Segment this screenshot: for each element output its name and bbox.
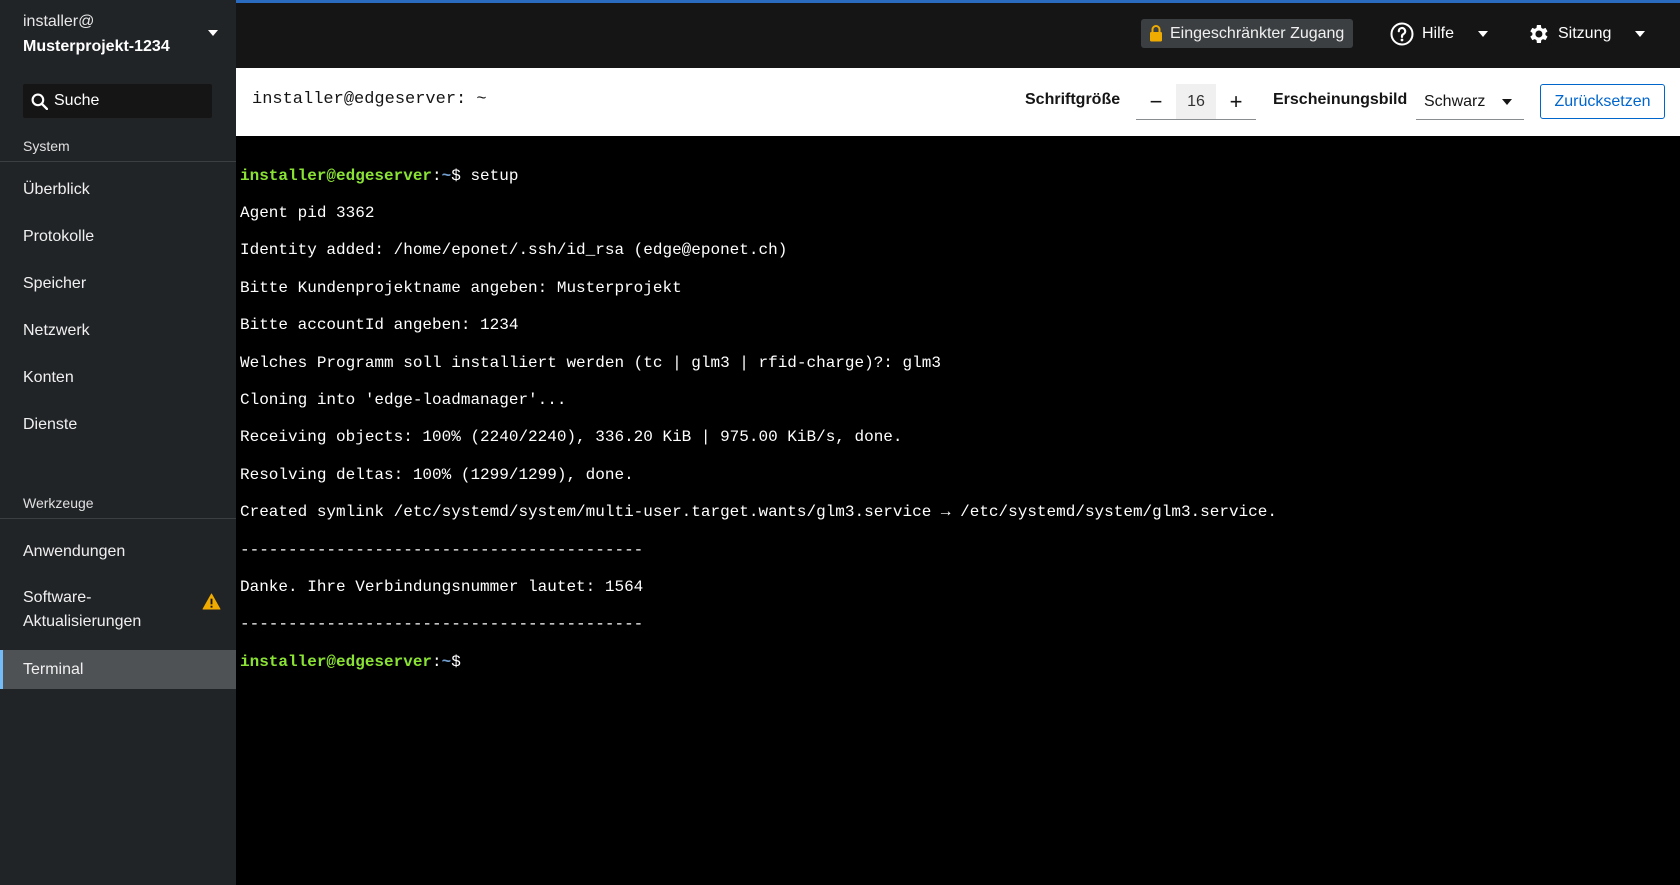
font-size-stepper: − 16 +	[1136, 84, 1256, 120]
terminal-line: Agent pid 3362	[240, 204, 375, 223]
prompt-path: ~	[441, 166, 452, 185]
nav-item-software-updates[interactable]: Software- Aktualisierungen	[0, 586, 236, 636]
terminal-line: Welches Programm soll installiert werden…	[240, 353, 941, 372]
nav-section-tools: Werkzeuge	[0, 488, 236, 519]
appearance-select[interactable]: Schwarz	[1416, 84, 1524, 120]
caret-down-icon	[1478, 31, 1489, 37]
terminal-line-command: installer@edgeserver:~$ setup	[240, 167, 1676, 186]
caret-down-icon	[1502, 99, 1512, 105]
terminal-line-prompt: installer@edgeserver:~$	[240, 653, 1676, 672]
terminal-output[interactable]: installer@edgeserver:~$ setup Agent pid …	[236, 136, 1680, 885]
terminal-command: setup	[470, 166, 519, 185]
prompt-user: installer@edgeserver	[240, 166, 433, 185]
terminal-line: Cloning into 'edge-loadmanager'...	[240, 391, 567, 410]
nav-section-system: System	[0, 131, 236, 162]
terminal-toolbar: installer@edgeserver: ~ Schriftgröße − 1…	[236, 68, 1680, 136]
terminal-line: ----------------------------------------…	[240, 540, 644, 559]
appearance-label: Erscheinungsbild	[1273, 91, 1408, 108]
session-menu-button[interactable]: Sitzung	[1526, 18, 1646, 50]
caret-down-icon	[208, 30, 218, 36]
terminal-line: Created symlink /etc/systemd/system/mult…	[240, 503, 1277, 522]
appearance-value: Schwarz	[1424, 92, 1486, 110]
font-size-increase-button[interactable]: +	[1216, 84, 1256, 119]
nav-item-storage[interactable]: Speicher	[0, 272, 236, 296]
search-icon	[31, 93, 48, 110]
prompt-path: ~	[441, 652, 452, 671]
prompt-separator: :	[432, 166, 442, 185]
host-name: Musterprojekt-1234	[23, 38, 170, 55]
terminal-line: Receiving objects: 100% (2240/2240), 336…	[240, 428, 903, 447]
reset-button[interactable]: Zurücksetzen	[1540, 84, 1665, 119]
prompt-end: $	[451, 166, 471, 185]
font-size-label: Schriftgröße	[1025, 91, 1121, 108]
prompt-end: $	[451, 652, 471, 671]
prompt-separator: :	[432, 652, 442, 671]
font-size-value[interactable]: 16	[1176, 84, 1216, 119]
terminal-line: Identity added: /home/eponet/.ssh/id_rsa…	[240, 241, 788, 260]
terminal-line: Danke. Ihre Verbindungsnummer lautet: 15…	[240, 578, 644, 596]
search-box[interactable]	[23, 84, 212, 118]
host-switcher[interactable]: installer@ Musterprojekt-1234	[0, 0, 236, 68]
lock-icon	[1150, 25, 1162, 42]
help-label: Hilfe	[1422, 25, 1455, 42]
prompt-user: installer@edgeserver	[240, 652, 433, 671]
session-label: Sitzung	[1558, 25, 1612, 42]
warning-icon	[202, 593, 221, 610]
nav-item-network[interactable]: Netzwerk	[0, 319, 236, 343]
sidebar: installer@ Musterprojekt-1234 System Übe…	[0, 0, 236, 885]
nav-item-services[interactable]: Dienste	[0, 413, 236, 437]
terminal-line: Bitte accountId angeben: 1234	[240, 316, 519, 335]
masthead: Eingeschränkter Zugang Hilfe Sitzung	[236, 0, 1680, 68]
help-menu-button[interactable]: Hilfe	[1390, 18, 1489, 50]
terminal-line: ----------------------------------------…	[240, 615, 644, 634]
search-input[interactable]	[54, 92, 204, 110]
nav-item-applications[interactable]: Anwendungen	[0, 540, 236, 564]
caret-down-icon	[1635, 31, 1646, 37]
host-user: installer@	[23, 13, 95, 30]
nav-item-accounts[interactable]: Konten	[0, 366, 236, 390]
masthead-accent-bar	[236, 0, 1680, 3]
font-size-decrease-button[interactable]: −	[1136, 84, 1176, 119]
nav-item-logs[interactable]: Protokolle	[0, 225, 236, 249]
limited-access-button[interactable]: Eingeschränkter Zugang	[1141, 19, 1354, 48]
help-icon	[1390, 22, 1414, 46]
nav-item-terminal[interactable]: Terminal	[0, 650, 236, 689]
limited-access-label: Eingeschränkter Zugang	[1170, 24, 1345, 42]
terminal-line: Bitte Kundenprojektname angeben: Musterp…	[240, 278, 682, 297]
terminal-title: installer@edgeserver: ~	[252, 90, 487, 109]
gear-icon	[1530, 25, 1548, 43]
nav-item-overview[interactable]: Überblick	[0, 178, 236, 202]
terminal-line: Resolving deltas: 100% (1299/1299), done…	[240, 465, 634, 484]
